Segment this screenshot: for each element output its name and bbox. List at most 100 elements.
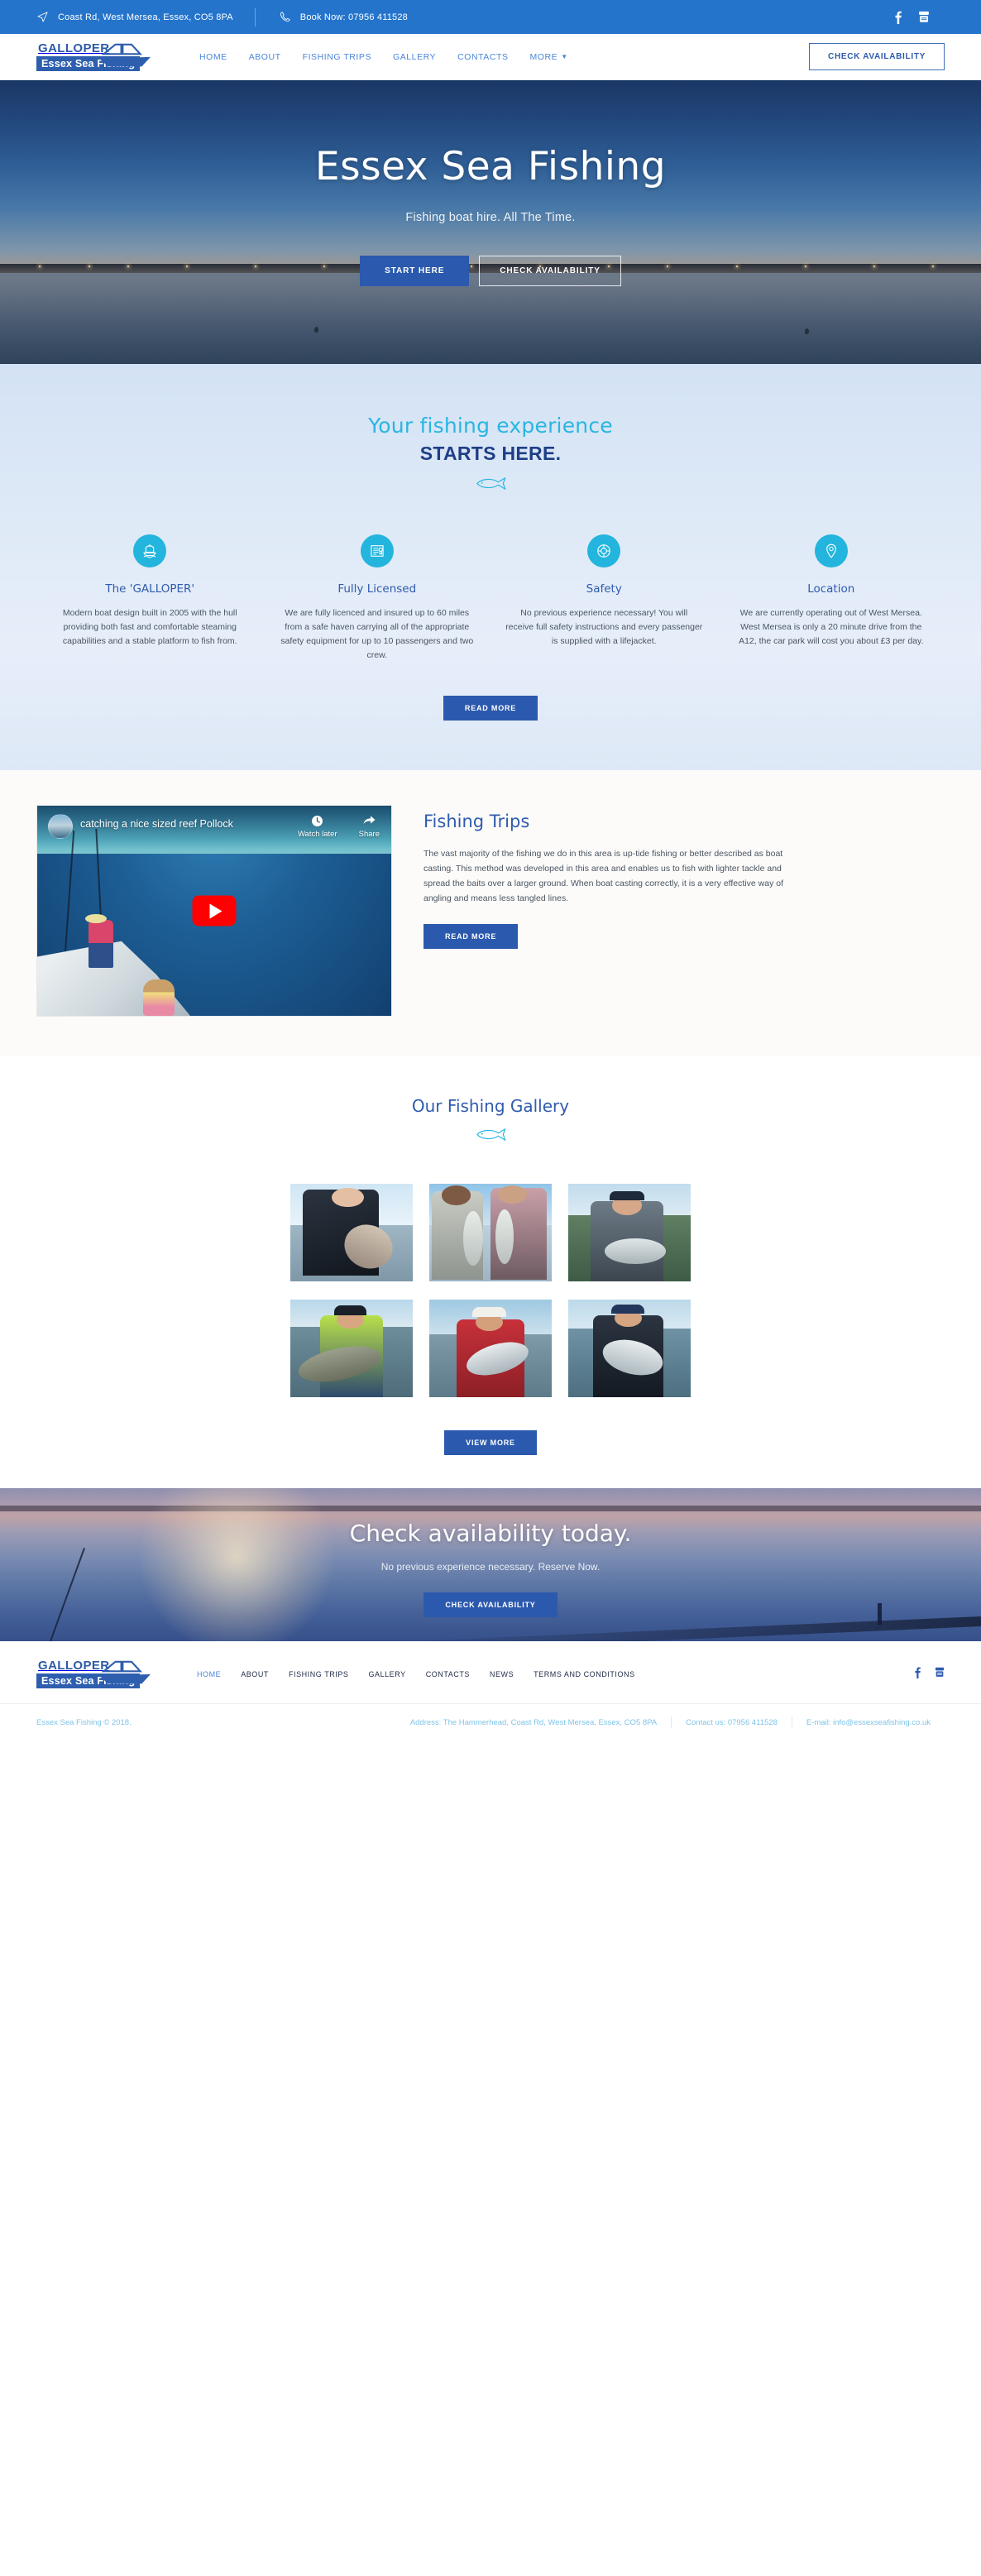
footer-facebook-link[interactable] xyxy=(913,1666,921,1683)
nav-item-fishing-trips[interactable]: FISHING TRIPS xyxy=(292,52,382,62)
feature-text: Modern boat design built in 2005 with th… xyxy=(62,608,237,646)
facebook-icon xyxy=(915,1667,921,1678)
gallery-photo-6[interactable] xyxy=(568,1300,691,1397)
gallery-grid xyxy=(36,1184,945,1397)
nav-item-about[interactable]: ABOUT xyxy=(238,52,292,62)
watch-later-label: Watch later xyxy=(297,830,337,839)
feature-title: Location xyxy=(807,582,855,596)
hero-buoy-left xyxy=(313,327,318,333)
play-button-icon[interactable] xyxy=(192,895,237,926)
phone-icon xyxy=(280,12,290,22)
gallery-row-bottom xyxy=(290,1300,691,1397)
feature-text: No previous experience necessary! You wi… xyxy=(505,608,703,646)
gallery-fish-divider xyxy=(474,1128,507,1146)
features-section: Your fishing experience STARTS HERE. The xyxy=(0,364,981,770)
boat-logo-icon xyxy=(99,1660,151,1684)
nav-item-contacts[interactable]: CONTACTS xyxy=(447,52,519,62)
footer-youtube-link[interactable] xyxy=(935,1667,945,1682)
footer-nav-news[interactable]: NEWS xyxy=(480,1670,524,1678)
phone-text: Book Now: 07956 411528 xyxy=(299,12,408,22)
footer-navigation: HOME ABOUT FISHING TRIPS GALLERY CONTACT… xyxy=(187,1670,645,1678)
footer-nav-terms[interactable]: TERMS AND CONDITIONS xyxy=(524,1670,645,1678)
video-title: catching a nice sized reef Pollock xyxy=(80,818,233,830)
gallery-view-more-button[interactable]: VIEW MORE xyxy=(444,1430,537,1455)
hero-water xyxy=(0,273,981,364)
cta-button-row: CHECK AVAILABILITY xyxy=(0,1592,981,1617)
nav-item-home[interactable]: HOME xyxy=(189,52,238,62)
fishing-trips-text: The vast majority of the fishing we do i… xyxy=(424,849,783,903)
footer-logo[interactable]: GALLOPER Essex Sea Fishing xyxy=(36,1659,151,1688)
fishing-trips-button-row: READ MORE xyxy=(424,924,945,949)
topbar-divider xyxy=(254,7,256,26)
feature-card-licensed: Fully Licensed We are fully licenced and… xyxy=(264,534,491,663)
gallery-photo-4[interactable] xyxy=(290,1300,413,1397)
map-pin-icon xyxy=(825,543,836,558)
video-actions: Watch later Share xyxy=(298,814,380,839)
video-channel-avatar[interactable] xyxy=(48,814,73,839)
cta-title: Check availability today. xyxy=(349,1520,632,1547)
footer-nav-fishing-trips[interactable]: FISHING TRIPS xyxy=(279,1670,359,1678)
gallery-section: Our Fishing Gallery VIEW MORE xyxy=(0,1056,981,1488)
footer-social-links xyxy=(913,1666,945,1683)
youtube-link[interactable] xyxy=(918,11,930,23)
ship-icon xyxy=(143,544,156,558)
address-text: Coast Rd, West Mersea, Essex, CO5 8PA xyxy=(58,12,233,22)
facebook-link[interactable] xyxy=(893,10,902,24)
gallery-photo-5[interactable] xyxy=(429,1300,552,1397)
youtube-video-player[interactable]: catching a nice sized reef Pollock Watch… xyxy=(36,805,392,1017)
feature-text: We are fully licenced and insured up to … xyxy=(280,608,474,660)
chevron-down-icon: ▼ xyxy=(561,53,568,60)
feature-text: We are currently operating out of West M… xyxy=(739,608,924,646)
cta-check-availability-button[interactable]: CHECK AVAILABILITY xyxy=(424,1592,557,1617)
top-utility-bar: Coast Rd, West Mersea, Essex, CO5 8PA Bo… xyxy=(0,0,981,34)
gallery-photo-3[interactable] xyxy=(568,1184,691,1281)
phone-item[interactable]: Book Now: 07956 411528 xyxy=(279,11,429,23)
header-check-availability-button[interactable]: CHECK AVAILABILITY xyxy=(809,43,945,70)
certificate-icon-badge xyxy=(360,534,394,567)
facebook-icon xyxy=(895,11,902,24)
nav-item-more[interactable]: MORE ▼ xyxy=(519,52,579,62)
footer-nav-home[interactable]: HOME xyxy=(187,1670,231,1678)
topbar-social-links xyxy=(893,10,945,24)
features-script-heading: Your fishing experience xyxy=(368,414,613,438)
nav-item-gallery[interactable]: GALLERY xyxy=(382,52,447,62)
cta-section: Check availability today. No previous ex… xyxy=(0,1488,981,1641)
footer-phone[interactable]: Contact us: 07956 411528 xyxy=(672,1718,792,1727)
site-logo[interactable]: GALLOPER Essex Sea Fishing xyxy=(36,42,151,71)
boat-logo-icon xyxy=(99,43,151,67)
share-label: Share xyxy=(358,830,380,839)
certificate-icon xyxy=(371,545,384,557)
footer-nav-gallery[interactable]: GALLERY xyxy=(358,1670,415,1678)
main-navigation: HOME ABOUT FISHING TRIPS GALLERY CONTACT… xyxy=(189,52,579,62)
cta-boat-rail xyxy=(373,1616,981,1641)
gallery-row-top xyxy=(290,1184,691,1281)
hero-check-availability-button[interactable]: CHECK AVAILABILITY xyxy=(479,256,621,286)
fishing-trips-read-more-button[interactable]: READ MORE xyxy=(424,924,519,949)
footer-nav-about[interactable]: ABOUT xyxy=(231,1670,279,1678)
footer-nav-contacts[interactable]: CONTACTS xyxy=(416,1670,480,1678)
play-triangle xyxy=(209,903,222,918)
footer-bottom-bar: Essex Sea Fishing © 2018. Address: The H… xyxy=(0,1703,981,1728)
footer-contact-info: Address: The Hammerhead, Coast Rd, West … xyxy=(396,1717,945,1728)
copyright-text: Essex Sea Fishing © 2018. xyxy=(36,1717,132,1727)
hero-buoy-right xyxy=(804,328,809,334)
fishing-trips-heading: Fishing Trips xyxy=(424,812,530,831)
gallery-heading: Our Fishing Gallery xyxy=(411,1096,570,1116)
gallery-photo-1[interactable] xyxy=(290,1184,413,1281)
youtube-icon xyxy=(935,1667,945,1677)
cta-subtitle: No previous experience necessary. Reserv… xyxy=(380,1561,601,1573)
video-child xyxy=(143,979,175,1016)
fish-icon xyxy=(476,1128,506,1141)
navigation-arrow-icon xyxy=(37,12,48,22)
hero-buttons: START HERE CHECK AVAILABILITY xyxy=(0,256,981,286)
features-read-more-button[interactable]: READ MORE xyxy=(443,696,538,721)
lifebuoy-icon xyxy=(597,544,611,558)
share-action[interactable]: Share xyxy=(359,814,380,839)
hero-subtitle: Fishing boat hire. All The Time. xyxy=(405,211,576,224)
gallery-photo-2[interactable] xyxy=(429,1184,552,1281)
hero-start-here-button[interactable]: START HERE xyxy=(360,256,470,286)
fishing-trips-copy: Fishing Trips The vast majority of the f… xyxy=(424,805,945,1017)
footer-email[interactable]: E-mail: info@essexseafishing.co.uk xyxy=(792,1718,945,1727)
watch-later-action[interactable]: Watch later xyxy=(298,814,337,839)
cta-content: Check availability today. No previous ex… xyxy=(0,1488,981,1617)
